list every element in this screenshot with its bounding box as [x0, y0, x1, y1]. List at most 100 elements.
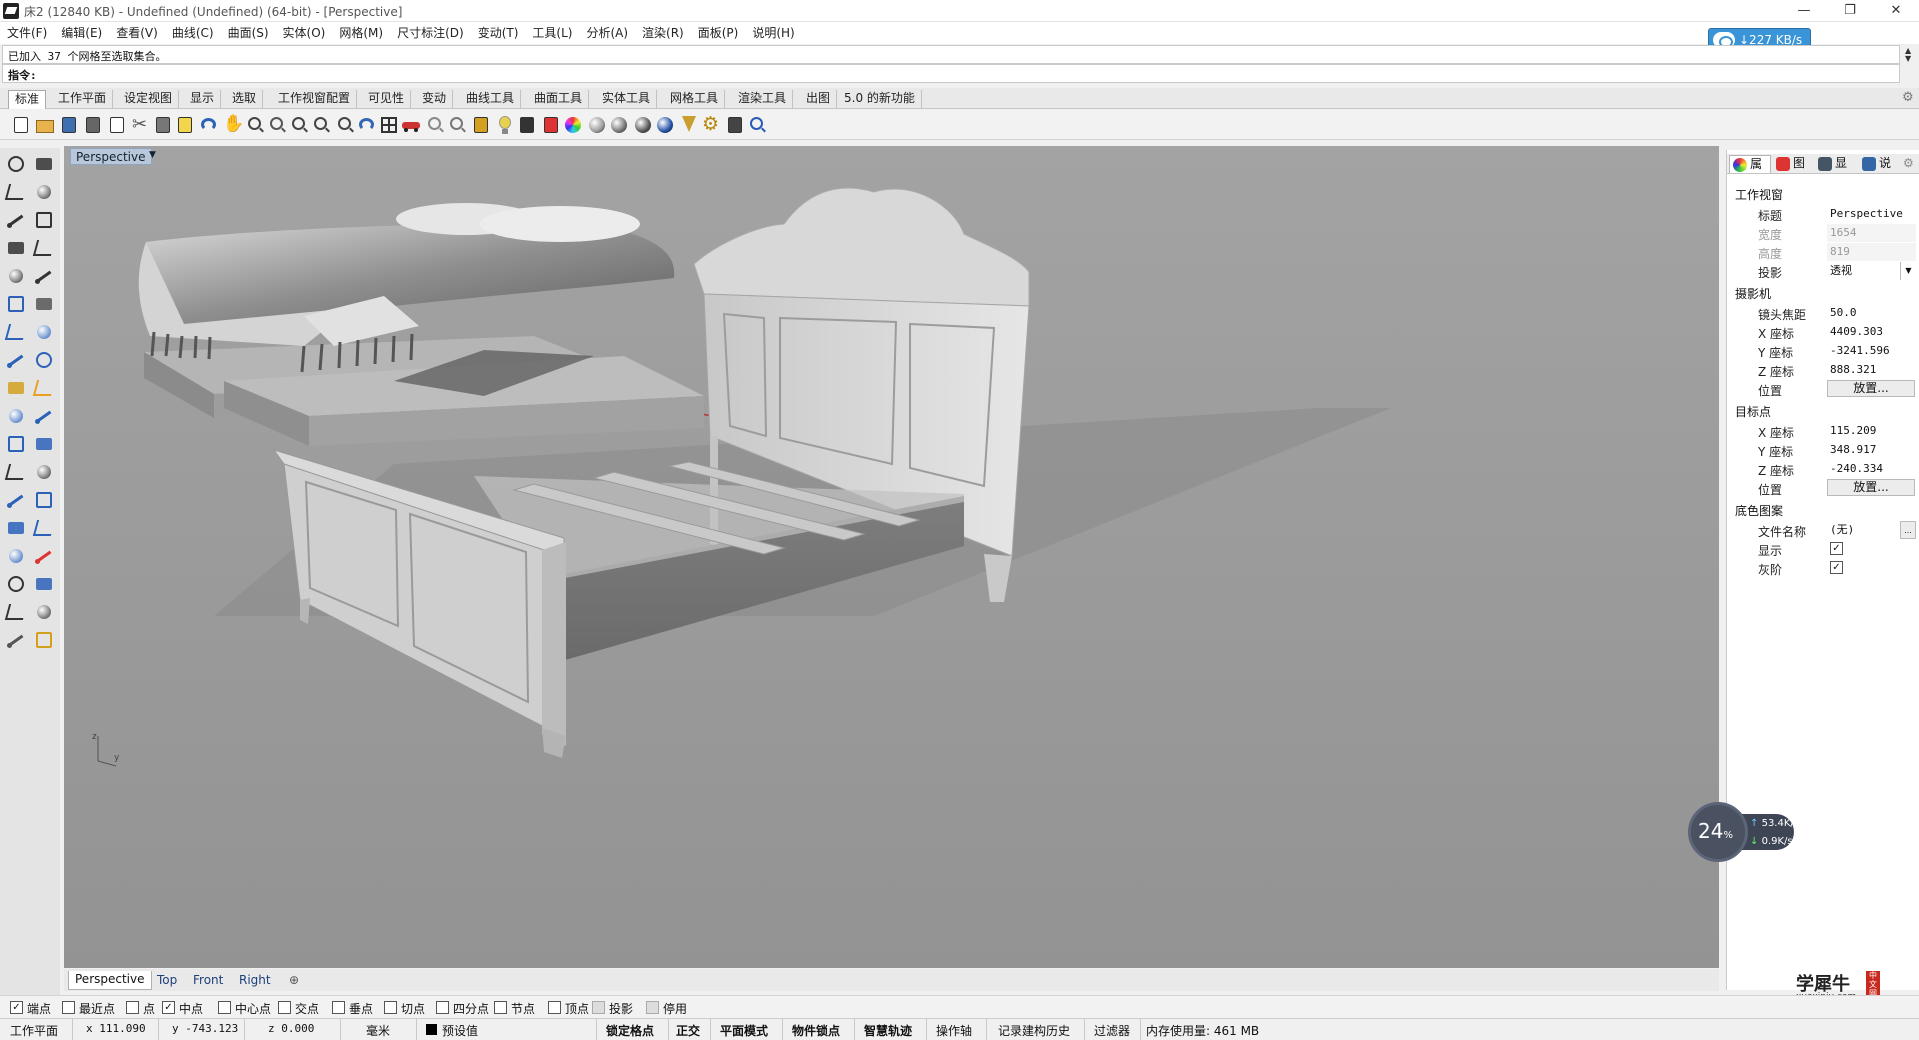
offset-icon[interactable]	[32, 460, 56, 484]
light-icon[interactable]	[32, 376, 56, 400]
osnap-8-checkbox[interactable]: 四分点	[436, 1000, 489, 1017]
target-z-field[interactable]: -240.334	[1827, 460, 1916, 478]
camera-y-field[interactable]: -3241.596	[1827, 342, 1916, 360]
undo-icon[interactable]	[198, 114, 220, 136]
layer-icon[interactable]	[540, 114, 562, 136]
copy-icon[interactable]	[152, 114, 174, 136]
car-icon[interactable]	[400, 114, 422, 136]
panel-gear-icon[interactable]: ⚙	[1903, 156, 1914, 170]
extrude-icon[interactable]	[4, 348, 28, 372]
tab-curve-tools[interactable]: 曲线工具	[460, 90, 522, 109]
shaded-icon[interactable]	[424, 114, 446, 136]
sphere-shaded-icon[interactable]	[586, 114, 608, 136]
trim-icon[interactable]	[4, 404, 28, 428]
perspective-viewport[interactable]: z y	[64, 146, 1719, 968]
menu-dimension[interactable]: 尺寸标注(D)	[390, 22, 471, 44]
text-icon[interactable]	[4, 488, 28, 512]
tab-solid-tools[interactable]: 实体工具	[596, 90, 658, 109]
analyze-icon[interactable]	[4, 628, 28, 652]
close-button[interactable]: ✕	[1873, 0, 1919, 22]
osnap-3-checkbox[interactable]: ✓ 中点	[162, 1000, 203, 1017]
ungroup-icon[interactable]	[32, 432, 56, 456]
mesh-icon[interactable]	[32, 544, 56, 568]
menu-curve[interactable]: 曲线(C)	[165, 22, 221, 44]
target-y-field[interactable]: 348.917	[1827, 441, 1916, 459]
osnap-6-checkbox[interactable]: 垂点	[332, 1000, 373, 1017]
box-icon[interactable]	[4, 320, 28, 344]
tab-perspective[interactable]: Perspective	[68, 971, 152, 990]
sphere-rendered-icon[interactable]	[608, 114, 630, 136]
zoom-window-icon[interactable]	[288, 114, 310, 136]
tab-render-tools[interactable]: 渲染工具	[732, 90, 794, 109]
lock-icon[interactable]	[516, 114, 538, 136]
import-icon[interactable]	[106, 114, 128, 136]
print-icon[interactable]	[82, 114, 104, 136]
lightbulb-icon[interactable]	[494, 114, 516, 136]
point-icon[interactable]	[32, 152, 56, 176]
tab-set-view[interactable]: 设定视图	[118, 90, 180, 109]
tab-transform[interactable]: 变动	[416, 90, 454, 109]
record-history-toggle[interactable]: 记录建构历史	[998, 1022, 1070, 1039]
menu-transform[interactable]: 变动(T)	[471, 22, 526, 44]
tabs-gear-icon[interactable]: ⚙	[1902, 90, 1914, 105]
viewport-title[interactable]: Perspective	[70, 148, 152, 165]
grid-snap-toggle[interactable]: 锁定格点	[606, 1022, 654, 1039]
tab-display[interactable]: 显	[1815, 155, 1857, 173]
osnap-11-checkbox[interactable]: 投影	[592, 1000, 633, 1017]
surface-icon[interactable]	[32, 348, 56, 372]
gear-icon[interactable]: ⚙	[700, 113, 722, 136]
camera-place-button[interactable]: 放置...	[1827, 380, 1915, 397]
sphere-material-icon[interactable]	[632, 114, 654, 136]
dimension-icon[interactable]	[32, 572, 56, 596]
status-units[interactable]: 毫米	[366, 1022, 390, 1039]
menu-mesh[interactable]: 网格(M)	[332, 22, 390, 44]
browse-file-button[interactable]: ...	[1900, 521, 1916, 539]
grayscale-checkbox[interactable]: ✓	[1830, 561, 1843, 574]
ellipse-icon[interactable]	[32, 208, 56, 232]
osnap-10-checkbox[interactable]: 顶点	[548, 1000, 589, 1017]
planar-toggle[interactable]: 平面模式	[720, 1022, 768, 1039]
curve-icon[interactable]	[32, 180, 56, 204]
render-icon[interactable]	[32, 628, 56, 652]
viewport-menu-chevron-down-icon[interactable]: ▼	[149, 150, 156, 160]
osnap-2-checkbox[interactable]: 点	[126, 1000, 155, 1017]
transform-icon[interactable]	[4, 292, 28, 316]
tab-visibility[interactable]: 可见性	[362, 90, 412, 109]
tab-right[interactable]: Right	[232, 971, 278, 990]
zoom-icon[interactable]	[266, 114, 288, 136]
tab-help[interactable]: 说	[1859, 155, 1901, 173]
tab-top[interactable]: Top	[150, 971, 184, 990]
color-wheel-icon[interactable]	[562, 114, 584, 136]
tab-front[interactable]: Front	[186, 971, 230, 990]
curve-bend-icon[interactable]	[4, 460, 28, 484]
menu-solid[interactable]: 实体(O)	[276, 22, 333, 44]
menu-render[interactable]: 渲染(R)	[635, 22, 691, 44]
menu-file[interactable]: 文件(F)	[0, 22, 54, 44]
help-icon[interactable]	[746, 114, 768, 136]
add-viewport-tab-icon[interactable]: ⊕	[282, 971, 306, 990]
title-field[interactable]: Perspective	[1827, 205, 1916, 223]
osnap-5-checkbox[interactable]: 交点	[278, 1000, 319, 1017]
gumball-icon[interactable]	[4, 600, 28, 624]
osnap-0-checkbox[interactable]: ✓ 端点	[10, 1000, 51, 1017]
group-icon[interactable]	[4, 432, 28, 456]
chevron-down-icon[interactable]: ▼	[1900, 262, 1916, 280]
history-scroll-down-icon[interactable]: ▼	[1905, 54, 1915, 63]
open-icon[interactable]	[34, 114, 56, 136]
tab-mesh-tools[interactable]: 网格工具	[664, 90, 726, 109]
tab-select[interactable]: 选取	[226, 90, 264, 109]
show-wallpaper-checkbox[interactable]: ✓	[1830, 542, 1843, 555]
menu-tools[interactable]: 工具(L)	[525, 22, 579, 44]
points-icon[interactable]	[470, 114, 492, 136]
restore-button[interactable]: ❐	[1827, 0, 1873, 22]
menu-edit[interactable]: 编辑(E)	[54, 22, 109, 44]
four-viewports-icon[interactable]	[378, 114, 400, 136]
tab-cplanes[interactable]: 工作平面	[52, 90, 114, 109]
tab-properties[interactable]: 属	[1729, 155, 1771, 173]
align-icon[interactable]	[32, 516, 56, 540]
scale-icon[interactable]	[32, 488, 56, 512]
select-icon[interactable]	[4, 152, 28, 176]
tab-display[interactable]: 显示	[184, 90, 222, 109]
target-place-button[interactable]: 放置...	[1827, 479, 1915, 496]
check-icon[interactable]	[32, 600, 56, 624]
